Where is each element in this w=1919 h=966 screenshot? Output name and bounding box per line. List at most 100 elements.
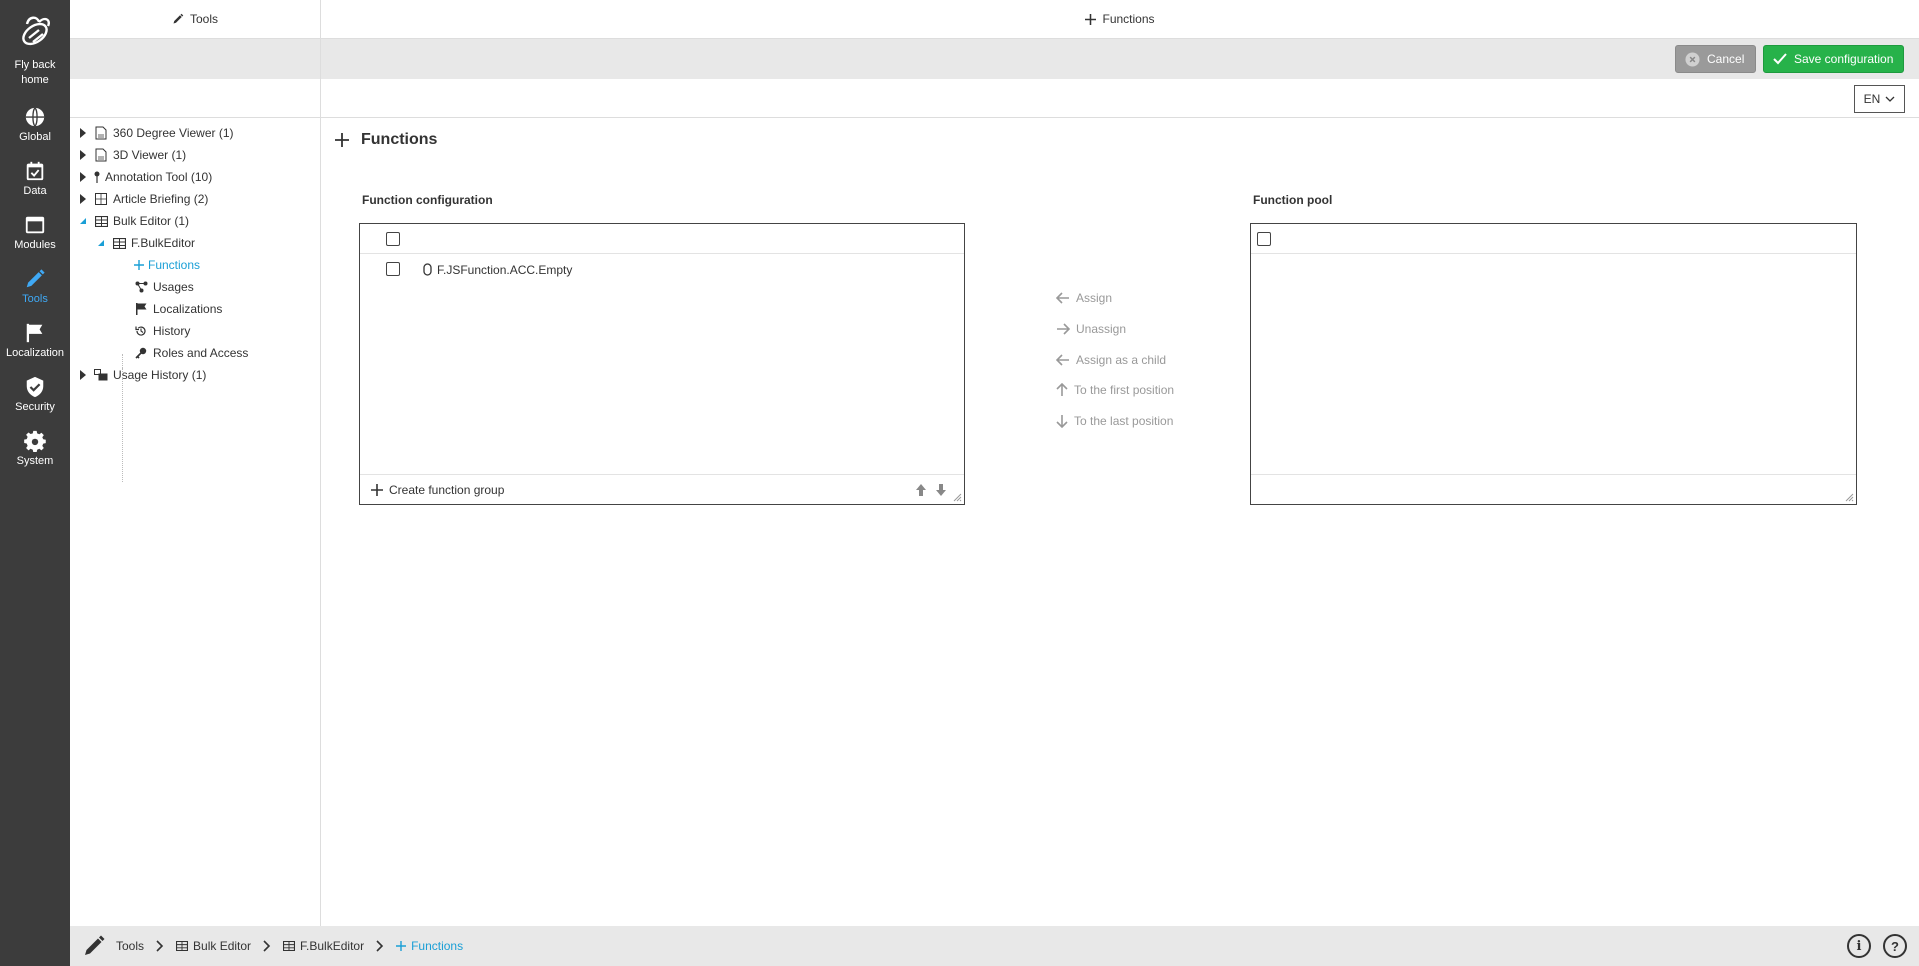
to-first-position-action[interactable]: To the first position bbox=[1056, 383, 1174, 397]
tree-node-usages[interactable]: Usages bbox=[70, 276, 320, 298]
save-configuration-button[interactable]: Save configuration bbox=[1763, 45, 1904, 73]
expand-arrow-icon[interactable] bbox=[80, 128, 86, 138]
tree-panel: Tools 360 Degree Viewer (1) 3D Viewer (1… bbox=[70, 0, 321, 926]
unassign-label: Unassign bbox=[1076, 322, 1127, 336]
function-item-icon bbox=[423, 263, 432, 276]
arrow-down-icon bbox=[1056, 415, 1068, 428]
cancel-button[interactable]: Cancel bbox=[1675, 45, 1756, 73]
info-icon[interactable]: i bbox=[1847, 934, 1871, 958]
create-function-group-button[interactable]: Create function group bbox=[371, 483, 504, 497]
tree-subbar bbox=[70, 79, 320, 118]
tree-node-annotation-tool[interactable]: Annotation Tool (10) bbox=[70, 166, 320, 188]
rail-item-label: System bbox=[16, 455, 54, 467]
to-last-position-label: To the last position bbox=[1074, 414, 1174, 428]
rail-item-label: Data bbox=[23, 185, 47, 197]
assign-as-child-label: Assign as a child bbox=[1076, 353, 1167, 367]
breadcrumb-item-f-bulkeditor[interactable]: F.BulkEditor bbox=[283, 939, 364, 953]
tree-node-article-briefing[interactable]: Article Briefing (2) bbox=[70, 188, 320, 210]
tree-node-label: Annotation Tool (10) bbox=[105, 170, 213, 184]
plus-icon bbox=[335, 133, 349, 147]
check-icon bbox=[1773, 53, 1787, 65]
tree-node-f-bulkeditor[interactable]: F.BulkEditor bbox=[70, 232, 320, 254]
rail-item-security[interactable]: Security bbox=[0, 376, 70, 413]
row-checkbox[interactable] bbox=[386, 262, 400, 276]
file-icon bbox=[94, 126, 108, 140]
resize-grip-icon[interactable] bbox=[952, 492, 962, 502]
list-footer bbox=[1251, 474, 1856, 504]
rail-item-data[interactable]: Data bbox=[0, 160, 70, 197]
main-content: Functions Cancel Save configuration EN F… bbox=[321, 0, 1919, 926]
pencil-icon bbox=[173, 13, 184, 24]
rail-item-localization[interactable]: Localization bbox=[0, 322, 70, 359]
pin-icon bbox=[94, 170, 100, 184]
select-all-checkbox[interactable] bbox=[386, 232, 400, 246]
list-item[interactable]: F.JSFunction.ACC.Empty bbox=[360, 255, 964, 283]
function-pool-list bbox=[1250, 223, 1857, 505]
tree-node-label: Localizations bbox=[153, 302, 223, 316]
plus-icon bbox=[1085, 13, 1097, 25]
tree-node-label: Article Briefing (2) bbox=[113, 192, 209, 206]
tree-node-label: History bbox=[153, 324, 191, 338]
bee-logo-icon bbox=[22, 16, 50, 46]
history-icon bbox=[134, 324, 148, 338]
share-icon bbox=[134, 280, 148, 294]
assign-label: Assign bbox=[1076, 291, 1113, 305]
rail-item-label: Security bbox=[15, 401, 55, 413]
language-value: EN bbox=[1863, 92, 1881, 106]
breadcrumb-label: F.BulkEditor bbox=[300, 939, 365, 953]
save-button-label: Save configuration bbox=[1794, 52, 1894, 66]
resize-grip-icon[interactable] bbox=[1844, 492, 1854, 502]
expand-arrow-icon[interactable] bbox=[80, 194, 86, 204]
collapse-arrow-icon[interactable] bbox=[98, 240, 104, 246]
rail-item-global[interactable]: Global bbox=[0, 106, 70, 143]
arrow-right-icon bbox=[1057, 323, 1070, 335]
breadcrumb-item-bulk-editor[interactable]: Bulk Editor bbox=[176, 939, 251, 953]
tree-node-label: 360 Degree Viewer (1) bbox=[113, 126, 234, 140]
main-nav-rail: Fly back home Global Data Modules Tools … bbox=[0, 0, 70, 966]
rail-item-tools[interactable]: Tools bbox=[0, 268, 70, 305]
language-select[interactable]: EN bbox=[1854, 85, 1905, 113]
chevron-right-icon bbox=[156, 940, 164, 952]
main-header: Functions bbox=[321, 0, 1919, 39]
unassign-action[interactable]: Unassign bbox=[1056, 322, 1126, 336]
tree-node-bulk-editor[interactable]: Bulk Editor (1) bbox=[70, 210, 320, 232]
table-icon bbox=[94, 214, 108, 228]
rail-item-modules[interactable]: Modules bbox=[0, 214, 70, 251]
assign-action[interactable]: Assign bbox=[1056, 291, 1112, 305]
tree-node-history[interactable]: History bbox=[70, 320, 320, 342]
rail-item-label: Global bbox=[19, 131, 51, 143]
collapse-arrow-icon[interactable] bbox=[80, 218, 86, 224]
function-configuration-label: Function configuration bbox=[362, 193, 493, 207]
expand-arrow-icon[interactable] bbox=[80, 370, 86, 380]
calendar-check-icon bbox=[26, 161, 44, 181]
expand-arrow-icon[interactable] bbox=[80, 150, 86, 160]
table-icon bbox=[283, 941, 296, 951]
create-function-group-label: Create function group bbox=[389, 482, 505, 497]
select-all-checkbox[interactable] bbox=[1257, 232, 1271, 246]
cancel-button-label: Cancel bbox=[1707, 52, 1745, 66]
rail-item-system[interactable]: System bbox=[0, 430, 70, 467]
breadcrumb-item-tools[interactable]: Tools bbox=[116, 939, 144, 953]
tree-node-360-degree-viewer[interactable]: 360 Degree Viewer (1) bbox=[70, 122, 320, 144]
window-icon bbox=[25, 216, 45, 234]
fly-back-home-link[interactable]: Fly back home bbox=[0, 12, 70, 88]
arrow-up-icon bbox=[1056, 383, 1068, 396]
to-last-position-action[interactable]: To the last position bbox=[1056, 414, 1173, 428]
tree-node-usage-history[interactable]: Usage History (1) bbox=[70, 364, 320, 386]
flag-icon bbox=[134, 302, 148, 316]
breadcrumb-item-functions[interactable]: Functions bbox=[396, 939, 463, 953]
fly-back-home-label: Fly back home bbox=[14, 59, 56, 86]
move-up-icon[interactable] bbox=[915, 483, 927, 497]
move-down-icon[interactable] bbox=[935, 483, 947, 497]
assign-as-child-action[interactable]: Assign as a child bbox=[1056, 353, 1166, 367]
tree-node-functions[interactable]: Functions bbox=[70, 254, 320, 276]
tree-node-roles-and-access[interactable]: Roles and Access bbox=[70, 342, 320, 364]
page-title: Functions bbox=[335, 131, 437, 149]
help-icon[interactable]: ? bbox=[1883, 934, 1907, 958]
page-title-text: Functions bbox=[361, 131, 438, 148]
expand-arrow-icon[interactable] bbox=[80, 172, 86, 182]
tree-panel-title: Tools bbox=[189, 12, 218, 26]
tree-node-3d-viewer[interactable]: 3D Viewer (1) bbox=[70, 144, 320, 166]
arrow-left-icon bbox=[1056, 354, 1069, 366]
tree-node-localizations[interactable]: Localizations bbox=[70, 298, 320, 320]
